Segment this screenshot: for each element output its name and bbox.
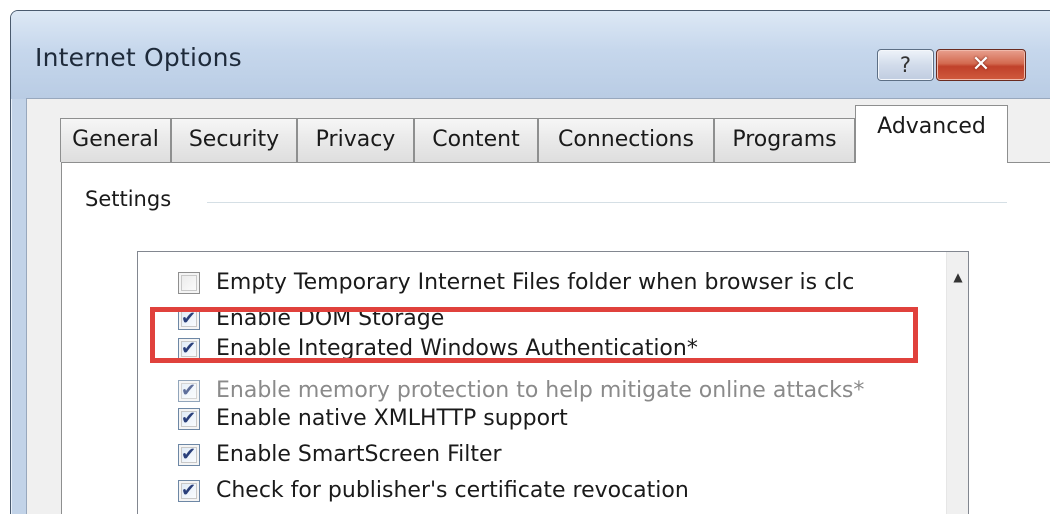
internet-options-window: Internet Options ? ✕ General Security Pr… [10,10,1050,514]
checkbox[interactable] [178,442,200,468]
window-title: Internet Options [35,43,242,72]
setting-label: Check for publisher's certificate revoca… [216,478,689,503]
setting-native-xmlhttp[interactable]: Enable native XMLHTTP support [178,404,938,438]
settings-group-divider [207,202,1007,203]
setting-label: Enable SmartScreen Filter [216,442,502,467]
setting-publisher-cert-revocation[interactable]: Check for publisher's certificate revoca… [178,476,938,510]
close-icon: ✕ [971,52,991,77]
help-button[interactable]: ? [877,49,934,81]
settings-list[interactable]: Empty Temporary Internet Files folder wh… [137,251,969,514]
tab-privacy[interactable]: Privacy [297,118,414,162]
checkbox[interactable] [178,406,200,432]
checkbox[interactable] [178,272,200,294]
checkbox [178,378,200,402]
setting-label: Empty Temporary Internet Files folder wh… [216,270,855,295]
settings-group-label: Settings [85,187,186,211]
setting-label: Enable native XMLHTTP support [216,406,568,431]
setting-smartscreen-filter[interactable]: Enable SmartScreen Filter [178,440,938,474]
dialog-body: General Security Privacy Content Connect… [26,98,1050,514]
tab-security[interactable]: Security [171,118,297,162]
help-icon: ? [899,53,912,77]
setting-empty-temp-files[interactable]: Empty Temporary Internet Files folder wh… [178,268,938,302]
tab-advanced[interactable]: Advanced [855,105,1008,163]
vertical-scrollbar[interactable]: ▲ [946,252,968,514]
tab-connections[interactable]: Connections [538,118,714,162]
tab-general[interactable]: General [60,118,171,162]
scroll-up-arrow-icon[interactable]: ▲ [947,266,968,288]
tab-programs[interactable]: Programs [714,118,855,162]
setting-label: Enable memory protection to help mitigat… [216,378,865,402]
highlight-box [150,307,918,363]
title-bar[interactable]: Internet Options ? ✕ [11,11,1050,99]
tab-strip: General Security Privacy Content Connect… [27,99,1050,169]
tab-content[interactable]: Content [414,118,538,162]
close-button[interactable]: ✕ [936,49,1026,81]
checkbox[interactable] [178,478,200,504]
setting-memory-protection[interactable]: Enable memory protection to help mitigat… [178,376,938,402]
